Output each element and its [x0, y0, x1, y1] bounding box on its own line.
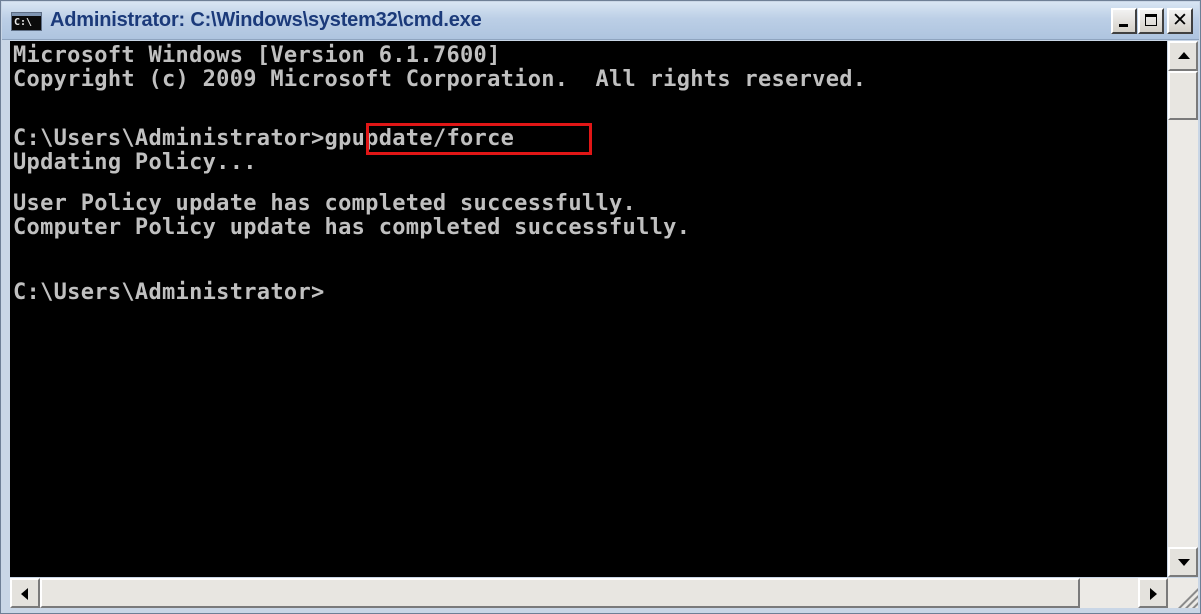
console-line: User Policy update has completed success… — [13, 191, 637, 216]
horizontal-scrollbar[interactable] — [10, 578, 1168, 608]
window-title: Administrator: C:\Windows\system32\cmd.e… — [50, 9, 482, 31]
console-line: Microsoft Windows [Version 6.1.7600] — [13, 43, 501, 68]
arrow-left-icon — [21, 588, 28, 600]
scroll-up-button[interactable] — [1168, 41, 1198, 71]
console-prompt[interactable]: C:\Users\Administrator> — [13, 281, 325, 305]
close-button[interactable]: ✕ — [1167, 8, 1193, 34]
console-icon[interactable]: C:\ — [11, 12, 42, 31]
vertical-scroll-thumb[interactable] — [1168, 71, 1198, 120]
command-highlight-box — [366, 123, 592, 155]
console-output[interactable]: Microsoft Windows [Version 6.1.7600] Cop… — [10, 41, 1167, 577]
close-icon: ✕ — [1172, 9, 1188, 31]
minimize-button[interactable] — [1111, 8, 1137, 34]
console-line: Updating Policy... — [13, 150, 257, 175]
minimize-icon — [1119, 24, 1128, 27]
horizontal-scroll-thumb[interactable] — [40, 578, 1080, 608]
cmd-window: C:\ Administrator: C:\Windows\system32\c… — [0, 0, 1201, 614]
maximize-icon — [1145, 14, 1157, 26]
caption-buttons: ✕ — [1110, 8, 1193, 34]
arrow-up-icon — [1178, 52, 1190, 59]
title-bar[interactable]: C:\ Administrator: C:\Windows\system32\c… — [2, 2, 1199, 40]
scroll-down-button[interactable] — [1168, 547, 1198, 577]
arrow-right-icon — [1150, 588, 1157, 600]
console-line: Copyright (c) 2009 Microsoft Corporation… — [13, 67, 867, 92]
scroll-left-button[interactable] — [10, 578, 40, 608]
vertical-scrollbar[interactable] — [1168, 41, 1198, 577]
arrow-down-icon — [1178, 559, 1190, 566]
size-grip[interactable] — [1168, 578, 1198, 608]
console-icon-label: C:\ — [14, 17, 33, 28]
console-line: Computer Policy update has completed suc… — [13, 215, 691, 240]
scroll-right-button[interactable] — [1138, 578, 1168, 608]
maximize-button[interactable] — [1138, 8, 1164, 34]
